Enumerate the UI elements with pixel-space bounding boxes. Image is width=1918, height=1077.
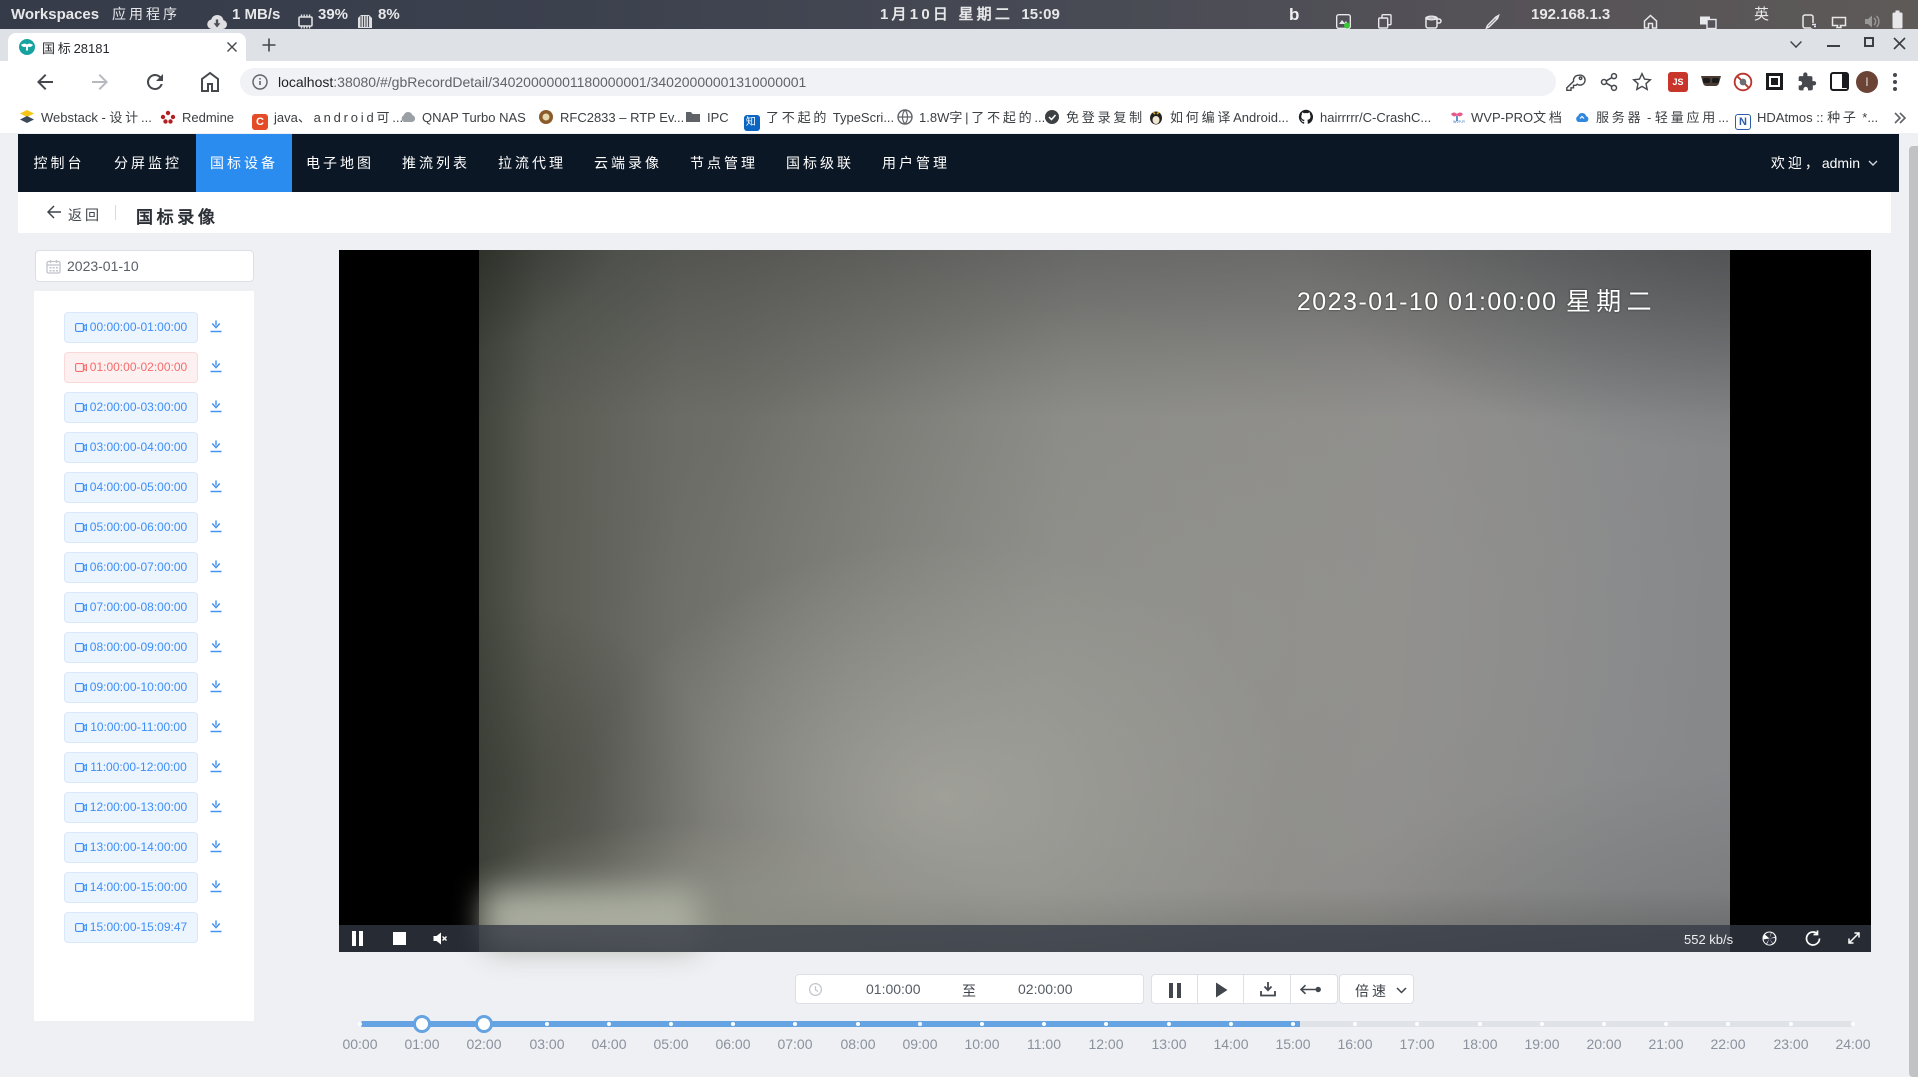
svg-text:WVP-PRO: WVP-PRO <box>1453 120 1465 124</box>
